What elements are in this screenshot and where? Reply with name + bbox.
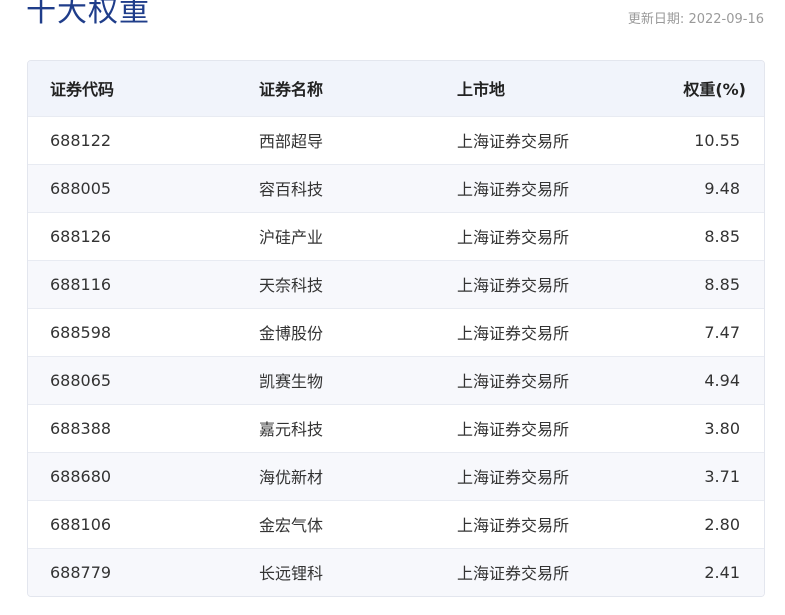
cell-name: 西部超导	[259, 132, 324, 151]
cell-weight: 2.80	[704, 514, 740, 534]
cell-code: 688126	[50, 226, 112, 246]
cell-name: 长远锂科	[259, 564, 324, 584]
cell-weight: 8.85	[704, 274, 740, 294]
column-header-name: 证券名称	[259, 80, 324, 100]
cell-name: 沪硅产业	[259, 228, 324, 247]
table-row: 688106 金宏气体 上海证券交易所 2.80	[28, 500, 764, 548]
update-date-label: 更新日期:	[627, 12, 685, 27]
cell-name: 凯赛生物	[259, 372, 324, 391]
column-header-weight: 权重(%)	[683, 80, 746, 100]
cell-market: 上海证券交易所	[457, 516, 570, 535]
cell-market: 上海证券交易所	[457, 228, 570, 247]
cell-weight: 8.85	[704, 226, 740, 246]
cell-market: 上海证券交易所	[457, 132, 570, 151]
cell-weight: 2.41	[704, 562, 740, 582]
cell-market: 上海证券交易所	[457, 180, 570, 199]
cell-code: 688598	[50, 322, 112, 342]
update-date-value: 2022-09-16	[688, 12, 764, 27]
top-ten-holdings-table: 证券代码 证券名称 上市地 权重(%) 688122 西部超导 上海证券交易所 …	[27, 60, 765, 597]
table-row: 688388 嘉元科技 上海证券交易所 3.80	[28, 404, 764, 452]
table-row: 688065 凯赛生物 上海证券交易所 4.94	[28, 356, 764, 404]
cell-market: 上海证券交易所	[457, 324, 570, 343]
cell-market: 上海证券交易所	[457, 372, 570, 391]
cell-code: 688680	[50, 466, 112, 486]
cell-weight: 9.48	[704, 178, 740, 198]
table-header-row: 证券代码 证券名称 上市地 权重(%)	[28, 61, 764, 116]
cell-market: 上海证券交易所	[457, 276, 570, 295]
cell-code: 688106	[50, 514, 112, 534]
cell-weight: 3.80	[704, 418, 740, 438]
cell-weight: 10.55	[694, 130, 740, 150]
cell-name: 海优新材	[259, 468, 324, 487]
cell-code: 688122	[50, 130, 112, 150]
cell-market: 上海证券交易所	[457, 468, 570, 487]
cell-code: 688779	[50, 562, 112, 582]
cell-code: 688388	[50, 418, 112, 438]
table-row: 688005 容百科技 上海证券交易所 9.48	[28, 164, 764, 212]
cell-market: 上海证券交易所	[457, 564, 570, 584]
table-row: 688116 天奈科技 上海证券交易所 8.85	[28, 260, 764, 308]
table-row: 688779 长远锂科 上海证券交易所 2.41	[28, 548, 764, 596]
cell-code: 688065	[50, 370, 112, 390]
column-header-market: 上市地	[457, 80, 506, 100]
page-title: 十大权重	[26, 0, 150, 29]
cell-weight: 4.94	[704, 370, 740, 390]
cell-code: 688116	[50, 274, 112, 294]
update-date-info: 更新日期: 2022-09-16	[628, 10, 764, 30]
cell-name: 金宏气体	[259, 516, 324, 535]
cell-weight: 3.71	[704, 466, 740, 486]
column-header-code: 证券代码	[50, 80, 115, 100]
cell-name: 容百科技	[259, 180, 324, 199]
table-row: 688598 金博股份 上海证券交易所 7.47	[28, 308, 764, 356]
holdings-table: 证券代码 证券名称 上市地 权重(%) 688122 西部超导 上海证券交易所 …	[28, 61, 764, 596]
table-row: 688122 西部超导 上海证券交易所 10.55	[28, 116, 764, 164]
cell-name: 天奈科技	[259, 276, 324, 295]
cell-name: 金博股份	[259, 324, 324, 343]
cell-code: 688005	[50, 178, 112, 198]
cell-name: 嘉元科技	[259, 420, 324, 439]
table-row: 688680 海优新材 上海证券交易所 3.71	[28, 452, 764, 500]
cell-weight: 7.47	[704, 322, 740, 342]
table-row: 688126 沪硅产业 上海证券交易所 8.85	[28, 212, 764, 260]
cell-market: 上海证券交易所	[457, 420, 570, 439]
